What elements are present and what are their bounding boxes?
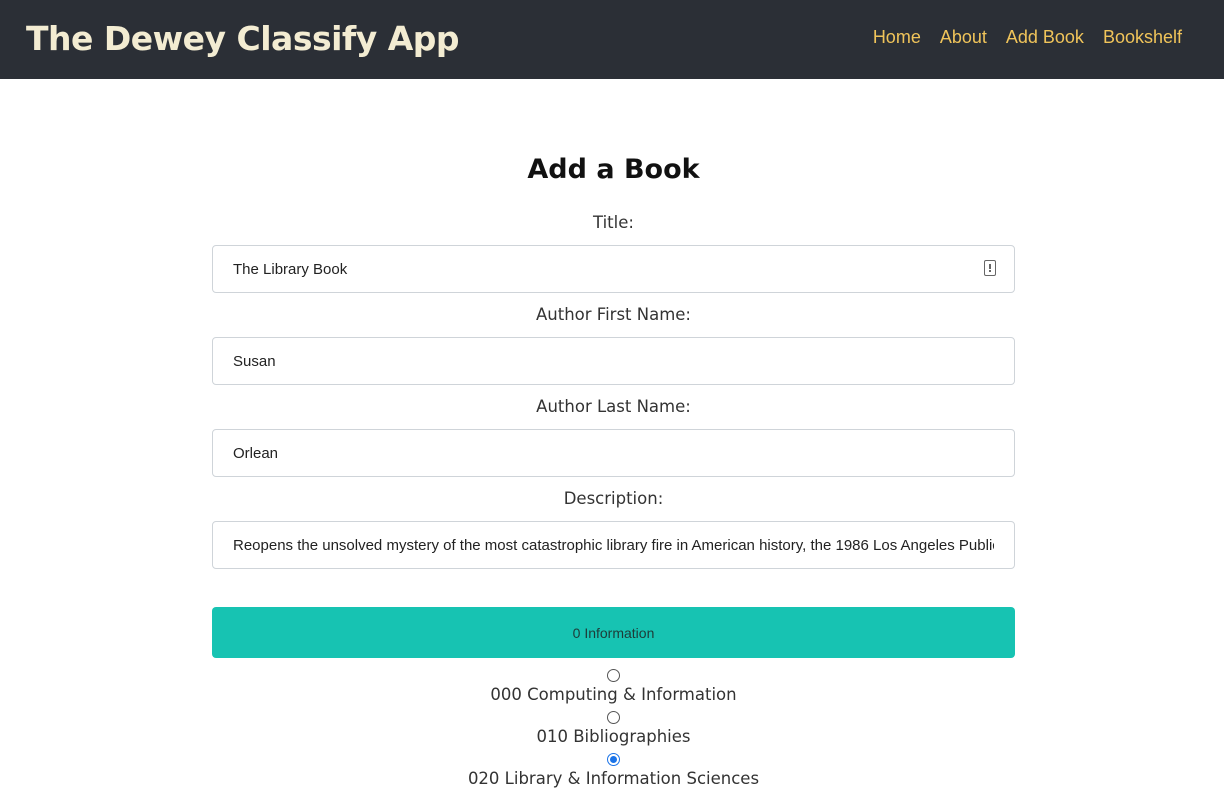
- nav-link-about[interactable]: About: [940, 27, 987, 48]
- radio-label: 020 Library & Information Sciences: [467, 769, 760, 788]
- radio-option-000[interactable]: 000 Computing & Information: [212, 669, 1015, 711]
- class-category-button[interactable]: 0 Information: [212, 607, 1015, 658]
- author-last-name-label: Author Last Name:: [536, 397, 691, 416]
- nav-link-add-book[interactable]: Add Book: [1006, 27, 1084, 48]
- title-label: Title:: [593, 213, 634, 232]
- radio-option-010[interactable]: 010 Bibliographies: [212, 711, 1015, 753]
- radio-button[interactable]: [607, 711, 620, 724]
- radio-button-selected[interactable]: [607, 753, 620, 766]
- navbar: The Dewey Classify App Home About Add Bo…: [0, 0, 1224, 79]
- title-input[interactable]: [212, 245, 1015, 293]
- author-first-name-label: Author First Name:: [535, 305, 691, 324]
- app-brand[interactable]: The Dewey Classify App: [26, 19, 460, 58]
- class-radio-group: 000 Computing & Information 010 Bibliogr…: [212, 669, 1015, 795]
- nav-link-bookshelf[interactable]: Bookshelf: [1103, 27, 1182, 48]
- radio-label: 010 Bibliographies: [536, 727, 691, 746]
- author-first-name-input[interactable]: [212, 337, 1015, 385]
- radio-button[interactable]: [607, 669, 620, 682]
- description-input[interactable]: [212, 521, 1015, 569]
- autofill-icon[interactable]: [984, 260, 996, 276]
- description-label: Description:: [563, 489, 664, 508]
- nav-link-home[interactable]: Home: [873, 27, 921, 48]
- page-title: Add a Book: [527, 154, 700, 185]
- title-field-wrapper: [212, 245, 1015, 293]
- author-last-name-input[interactable]: [212, 429, 1015, 477]
- radio-label: 000 Computing & Information: [490, 685, 737, 704]
- nav-links: Home About Add Book Bookshelf: [873, 27, 1182, 48]
- radio-option-020[interactable]: 020 Library & Information Sciences: [212, 753, 1015, 795]
